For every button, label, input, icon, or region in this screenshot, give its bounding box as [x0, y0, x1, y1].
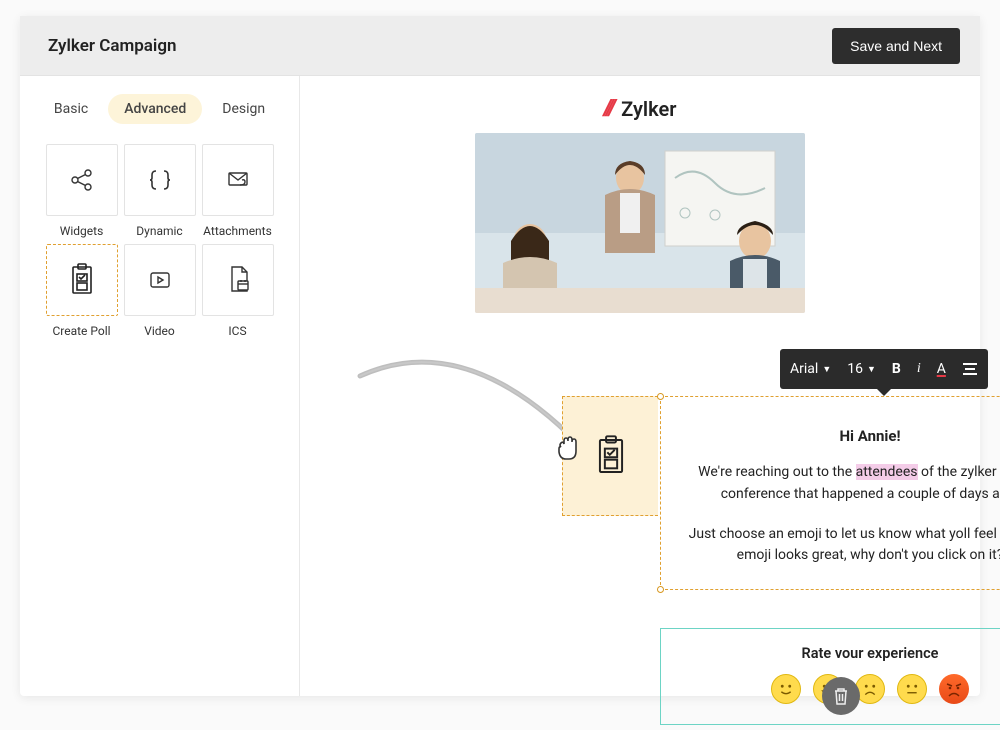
- widget-attachments[interactable]: [202, 144, 274, 216]
- emoji-neutral[interactable]: [897, 674, 927, 704]
- tab-advanced[interactable]: Advanced: [108, 94, 202, 124]
- emoji-smile[interactable]: [771, 674, 801, 704]
- header: Zylker Campaign Save and Next: [20, 16, 980, 76]
- brand-name: Zylker: [621, 97, 676, 121]
- delete-button[interactable]: [822, 677, 860, 715]
- widget-create-poll[interactable]: [46, 244, 118, 316]
- widget-label: Create Poll: [46, 324, 118, 338]
- video-icon: [145, 265, 175, 295]
- resize-handle[interactable]: [657, 586, 664, 593]
- text-content-block[interactable]: Hi Annie! We're reaching out to the atte…: [660, 396, 1000, 590]
- widget-ics[interactable]: [202, 244, 274, 316]
- tab-design[interactable]: Design: [206, 94, 281, 124]
- bold-button[interactable]: B: [892, 361, 901, 377]
- align-button[interactable]: [962, 362, 978, 376]
- braces-icon: [145, 165, 175, 195]
- tab-basic[interactable]: Basic: [38, 94, 104, 124]
- paragraph-1: We're reaching out to the attendees of t…: [673, 462, 1000, 505]
- poll-icon: [69, 263, 95, 297]
- paragraph-2: Just choose an emoji to let us know what…: [673, 524, 1000, 567]
- trash-icon: [832, 686, 850, 706]
- resize-handle[interactable]: [657, 393, 664, 400]
- poll-icon: [595, 435, 627, 477]
- widget-label: Widgets: [46, 224, 118, 238]
- poll-title: Rate vour experience: [671, 645, 1000, 662]
- font-selector[interactable]: Arial▼: [790, 361, 831, 377]
- save-and-next-button[interactable]: Save and Next: [832, 28, 960, 64]
- widget-widgets[interactable]: [46, 144, 118, 216]
- brand: /// Zylker: [300, 96, 980, 121]
- email-canvas: /// Zylker: [300, 76, 980, 696]
- widget-dynamic[interactable]: [124, 144, 196, 216]
- main-area: Basic Advanced Design Widgets: [20, 76, 980, 696]
- campaign-editor-window: Zylker Campaign Save and Next Basic Adva…: [20, 16, 980, 696]
- share-icon: [67, 165, 97, 195]
- widget-video[interactable]: [124, 244, 196, 316]
- text-format-toolbar: Arial▼ 16▼ B i A: [780, 349, 988, 389]
- widget-label: Attachments: [202, 224, 274, 238]
- emoji-angry[interactable]: [939, 674, 969, 704]
- italic-button[interactable]: i: [917, 361, 921, 377]
- brand-logo-icon: ///: [604, 96, 614, 121]
- widget-label: ICS: [202, 324, 274, 338]
- grab-cursor-icon: [551, 431, 585, 465]
- align-icon: [962, 362, 978, 376]
- attachment-icon: [223, 165, 253, 195]
- ics-icon: [224, 264, 252, 296]
- hero-image: [475, 133, 805, 313]
- size-selector[interactable]: 16▼: [847, 361, 876, 377]
- campaign-title: Zylker Campaign: [48, 36, 177, 56]
- widget-grid: Widgets Dynamic: [36, 144, 283, 338]
- widget-label: Dynamic: [124, 224, 196, 238]
- widget-label: Video: [124, 324, 196, 338]
- sidebar: Basic Advanced Design Widgets: [20, 76, 300, 696]
- text-color-button[interactable]: A: [937, 361, 946, 377]
- highlighted-word: attendees: [856, 464, 918, 480]
- meeting-illustration: [475, 133, 805, 313]
- sidebar-tabs: Basic Advanced Design: [36, 94, 283, 124]
- greeting-text: Hi Annie!: [673, 425, 1000, 448]
